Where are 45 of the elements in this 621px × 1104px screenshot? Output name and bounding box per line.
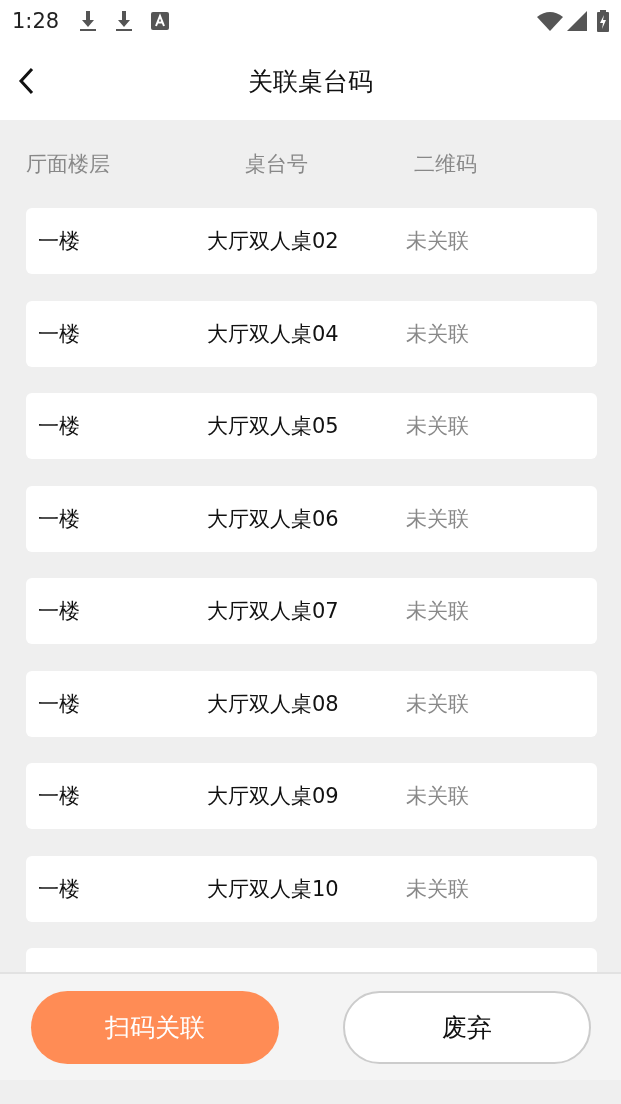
download-icon xyxy=(115,10,134,32)
table-name: 大厅双人桌04 xyxy=(207,320,340,348)
download-icon xyxy=(79,10,98,32)
table-name: 大厅双人桌02 xyxy=(207,228,340,255)
floor-text: 一楼 xyxy=(38,413,81,440)
status-time: 1:28 xyxy=(12,9,60,33)
discard-button[interactable]: 废弃 xyxy=(343,990,591,1064)
floor-text: 一楼 xyxy=(38,783,81,810)
table-name: 大厅双人桌09 xyxy=(207,783,340,810)
table-row[interactable]: 一楼 大厅双人桌09 未关联 xyxy=(26,763,597,829)
floor-text: 一楼 xyxy=(38,690,81,718)
floor-text: 一楼 xyxy=(38,228,81,255)
back-icon xyxy=(16,66,36,96)
page-title: 关联桌台码 xyxy=(248,65,373,98)
table-name: 大厅双人桌10 xyxy=(207,875,340,903)
qr-status: 未关联 xyxy=(406,690,470,718)
wifi-icon xyxy=(537,11,563,31)
table-row[interactable]: 一楼 大厅双人桌07 未关联 xyxy=(26,578,597,644)
table-name: 大厅双人桌08 xyxy=(207,690,340,718)
qr-status: 未关联 xyxy=(406,875,470,903)
column-header: 厅面楼层 xyxy=(26,151,111,178)
table-row[interactable]: 一楼 大厅双人桌08 未关联 xyxy=(26,670,597,737)
table-row[interactable]: 一楼 大厅双人桌05 未关联 xyxy=(26,393,597,459)
battery-icon xyxy=(597,10,609,32)
column-header: 桌台号 xyxy=(245,151,309,178)
table-name: 大厅双人桌05 xyxy=(207,413,340,440)
qr-status: 未关联 xyxy=(406,228,470,255)
floor-text: 一楼 xyxy=(38,598,81,625)
floor-text: 一楼 xyxy=(38,875,81,903)
qr-status: 未关联 xyxy=(406,598,470,625)
column-header: 二维码 xyxy=(414,151,478,178)
table-row[interactable]: 一楼 大厅双人桌02 未关联 xyxy=(26,208,597,274)
app-notification-icon xyxy=(151,12,170,30)
table-row[interactable]: 一楼 大厅双人桌10 未关联 xyxy=(26,855,597,922)
qr-status: 未关联 xyxy=(406,320,470,348)
qr-status: 未关联 xyxy=(406,413,470,440)
qr-status: 未关联 xyxy=(406,505,470,533)
table-row[interactable]: 一楼 大厅双人桌06 未关联 xyxy=(26,485,597,552)
table-name: 大厅双人桌06 xyxy=(207,505,340,533)
floor-text: 一楼 xyxy=(38,505,81,533)
table-name: 大厅双人桌07 xyxy=(207,598,340,625)
floor-text: 一楼 xyxy=(38,320,81,348)
qr-status: 未关联 xyxy=(406,783,470,810)
signal-icon xyxy=(567,11,587,31)
table-row[interactable]: 一楼 大厅双人桌04 未关联 xyxy=(26,300,597,367)
